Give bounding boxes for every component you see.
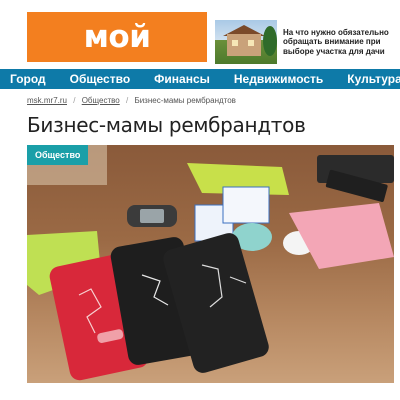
breadcrumb-separator: / <box>125 96 129 105</box>
ad-house-window <box>248 40 254 46</box>
breadcrumb-site-link[interactable]: msk.mr7.ru <box>27 96 67 105</box>
gift-box-2 <box>222 186 270 224</box>
nav-item-culture[interactable]: Культура <box>337 72 400 86</box>
ad-thumbnail[interactable] <box>215 20 277 64</box>
watch-face <box>140 209 164 223</box>
breadcrumb-separator: / <box>73 96 76 105</box>
site-logo[interactable]: мой район <box>27 12 207 105</box>
ad-text[interactable]: На что нужно обязательно обращать вниман… <box>283 28 395 57</box>
nav-item-finance[interactable]: Финансы <box>144 72 224 86</box>
photo-illustration <box>27 145 394 381</box>
breadcrumb-current: Бизнес-мамы рембрандтов <box>134 96 236 105</box>
ad-house-window <box>232 40 238 46</box>
breadcrumb: msk.mr7.ru / Общество / Бизнес-мамы ремб… <box>27 96 236 105</box>
ad-tree <box>263 26 277 56</box>
nav-item-city[interactable]: Город <box>0 72 60 86</box>
ad-banner[interactable]: На что нужно обязательно обращать вниман… <box>215 20 395 64</box>
category-tag[interactable]: Общество <box>27 145 89 165</box>
article-title: Бизнес-мамы рембрандтов <box>27 113 306 137</box>
pink-pouch <box>289 203 394 269</box>
article-photo <box>27 145 394 383</box>
breadcrumb-section-link[interactable]: Общество <box>82 96 120 105</box>
nav-item-society[interactable]: Общество <box>60 72 145 86</box>
nav-item-real-estate[interactable]: Недвижимость <box>224 72 337 86</box>
main-nav: Город Общество Финансы Недвижимость Куль… <box>0 69 400 89</box>
